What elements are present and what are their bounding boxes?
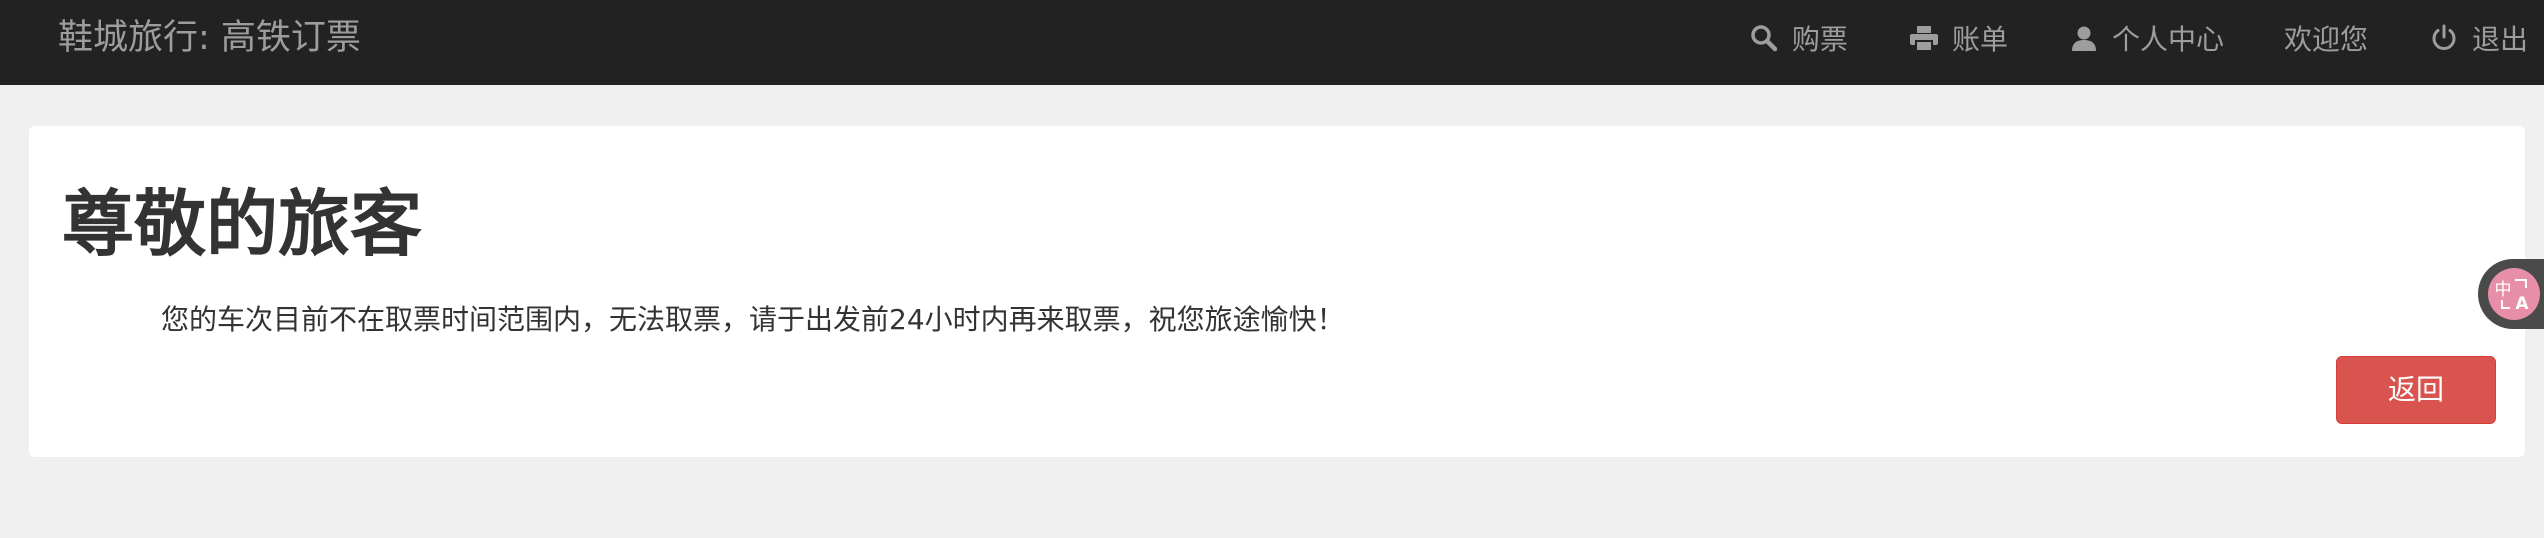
nav-welcome-label: 欢迎您 — [2283, 23, 2368, 56]
translate-icon: 中 A — [2488, 268, 2540, 320]
notice-message: 您的车次目前不在取票时间范围内，无法取票，请于出发前24小时内再来取票，祝您旅途… — [161, 303, 1345, 336]
page-heading: 尊敬的旅客 — [62, 182, 423, 266]
nav-welcome[interactable]: 欢迎您 — [2284, 18, 2368, 58]
nav-personal-center-label: 个人中心 — [2111, 23, 2224, 56]
brand-title[interactable]: 鞋城旅行: 高铁订票 — [58, 0, 361, 76]
nav-buy-tickets-label: 购票 — [1791, 23, 1848, 56]
svg-text:A: A — [2515, 294, 2529, 314]
user-icon — [2068, 22, 2100, 54]
nav-bills-label: 账单 — [1951, 23, 2008, 56]
printer-icon — [1908, 22, 1940, 54]
svg-text:中: 中 — [2495, 280, 2512, 300]
nav-bills[interactable]: 账单 — [1908, 18, 2008, 58]
search-icon — [1748, 22, 1780, 54]
nav-logout-label: 退出 — [2471, 23, 2528, 56]
notice-panel: 尊敬的旅客 您的车次目前不在取票时间范围内，无法取票，请于出发前24小时内再来取… — [29, 126, 2525, 457]
top-navbar: 鞋城旅行: 高铁订票 购票 账单 个人中心 欢迎您 退出 — [0, 0, 2544, 85]
nav-buy-tickets[interactable]: 购票 — [1748, 18, 1848, 58]
nav-logout[interactable]: 退出 — [2428, 18, 2528, 58]
back-button[interactable]: 返回 — [2336, 356, 2496, 424]
nav-personal-center[interactable]: 个人中心 — [2068, 18, 2224, 58]
power-icon — [2428, 22, 2460, 54]
translate-widget[interactable]: 中 A — [2478, 259, 2544, 329]
nav-menu: 购票 账单 个人中心 欢迎您 退出 — [1688, 0, 2528, 76]
